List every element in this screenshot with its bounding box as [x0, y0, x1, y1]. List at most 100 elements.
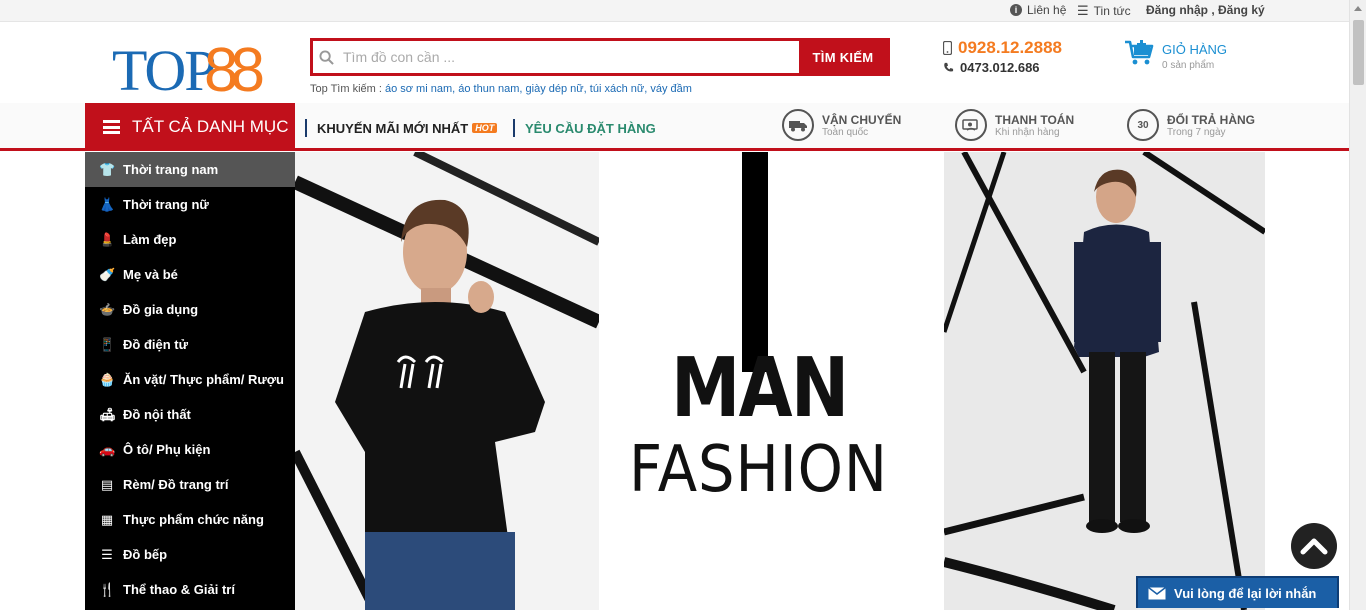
baby-bottle-icon: 🍼 [99, 266, 116, 282]
category-item-supplements[interactable]: ▦ Thực phẩm chức năng [85, 502, 295, 537]
banner-title: MAN [671, 341, 849, 436]
service-return[interactable]: 30 ĐỔI TRẢ HÀNG Trong 7 ngày [1127, 109, 1255, 141]
banner-title-panel: MAN FASHION [599, 152, 944, 610]
truck-icon [782, 109, 814, 141]
payment-title: THANH TOÁN [995, 112, 1075, 127]
cart-count: 0 sản phẩm [1162, 60, 1215, 71]
shirt-icon: 👕 [99, 161, 116, 177]
category-label: Thời trang nam [123, 162, 219, 177]
all-categories-label: TẤT CẢ DANH MỤC [132, 117, 289, 136]
car-icon: 🚗 [99, 441, 116, 457]
top-search-keywords: Top Tìm kiếm : áo sơ mi nam, áo thun nam… [310, 83, 692, 95]
category-label: Ăn vặt/ Thực phẩm/ Rượu [123, 372, 284, 387]
keyword-link[interactable]: áo thun nam, [458, 83, 522, 95]
category-label: Đồ nội thất [123, 407, 191, 422]
hamburger-icon [103, 120, 120, 134]
search-input[interactable] [339, 41, 799, 73]
category-label: Thể thao & Giải trí [123, 582, 235, 597]
category-label: Mẹ và bé [123, 267, 178, 282]
keyword-link[interactable]: giày dép nữ, [526, 83, 587, 95]
banner-subtitle: FASHION [629, 433, 888, 507]
top-search-label: Top Tìm kiếm : [310, 83, 382, 95]
category-item-snacks[interactable]: 🧁 Ăn vặt/ Thực phẩm/ Rượu [85, 362, 295, 397]
list-icon: ☰ [1077, 3, 1089, 18]
category-item-electronics[interactable]: 📱 Đồ điện tử [85, 327, 295, 362]
news-link[interactable]: ☰ Tin tức [1077, 3, 1131, 19]
chevron-up-icon [1300, 538, 1328, 555]
service-payment[interactable]: THANH TOÁN Khi nhận hàng [955, 109, 1074, 141]
back-to-top-button[interactable] [1291, 523, 1337, 569]
banner-model-left [295, 152, 599, 610]
keyword-link[interactable]: áo sơ mi nam, [385, 83, 455, 95]
category-item-household[interactable]: 🍲 Đồ gia dụng [85, 292, 295, 327]
category-item-car[interactable]: 🚗 Ô tô/ Phụ kiện [85, 432, 295, 467]
model-left-image [295, 152, 599, 610]
cart-icon [1125, 40, 1154, 65]
curtain-icon: ▤ [100, 476, 114, 492]
keyword-link[interactable]: váy đầm [650, 83, 692, 95]
shipping-sub: Toàn quốc [822, 126, 869, 138]
category-label: Ô tô/ Phụ kiện [123, 442, 211, 457]
info-icon: i [1010, 4, 1022, 16]
category-label: Làm đẹp [123, 232, 177, 247]
sport-icon: 🍴 [99, 581, 116, 597]
banner-decor-bar [742, 152, 768, 372]
pot-icon: 🍲 [99, 301, 116, 317]
auth-label: Đăng nhập , Đăng ký [1146, 3, 1265, 17]
category-label: Rèm/ Đồ trang trí [123, 477, 229, 492]
banner-model-right [944, 152, 1265, 610]
category-label: Thực phẩm chức năng [123, 512, 264, 527]
category-label: Thời trang nữ [123, 197, 209, 212]
cart[interactable]: GIỎ HÀNG 0 sản phẩm [1124, 40, 1227, 71]
service-shipping[interactable]: VẬN CHUYỂN Toàn quốc [782, 109, 901, 141]
order-request-link[interactable]: YÊU CẦU ĐẶT HÀNG [513, 119, 656, 137]
category-label: Đồ điện tử [123, 337, 189, 352]
sofa-icon: 🛋 [99, 406, 116, 422]
all-categories-button[interactable]: TẤT CẢ DANH MỤC [85, 103, 295, 151]
keyword-link[interactable]: túi xách nữ, [590, 83, 648, 95]
dress-icon: 👗 [99, 196, 116, 212]
search-icon [313, 41, 339, 73]
search-bar: TÌM KIẾM [310, 38, 890, 76]
chat-label: Vui lòng để lại lời nhắn [1174, 585, 1317, 601]
contact-label: Liên hệ [1027, 3, 1067, 17]
news-label: Tin tức [1093, 4, 1131, 18]
category-item-furniture[interactable]: 🛋 Đồ nội thất [85, 397, 295, 432]
chat-widget[interactable]: Vui lòng để lại lời nhắn [1136, 576, 1339, 608]
category-item-mother-baby[interactable]: 🍼 Mẹ và bé [85, 257, 295, 292]
scroll-thumb[interactable] [1353, 20, 1364, 85]
category-item-kitchen[interactable]: ☰ Đồ bếp [85, 537, 295, 572]
return-30-icon: 30 [1127, 109, 1159, 141]
promo-link[interactable]: KHUYẾN MÃI MỚI NHẤT HOT [305, 119, 498, 137]
logo-number: 88 [204, 36, 265, 105]
category-label: Đồ gia dụng [123, 302, 199, 317]
return-sub: Trong 7 ngày [1167, 126, 1226, 138]
logo-text: TOP [112, 38, 217, 103]
page-scrollbar[interactable] [1349, 0, 1366, 610]
mobile-phone-icon [943, 41, 952, 55]
cake-icon: 🧁 [99, 371, 116, 387]
phone-icon: 📱 [99, 336, 116, 352]
category-item-women-fashion[interactable]: 👗 Thời trang nữ [85, 187, 295, 222]
login-register-link[interactable]: Đăng nhập , Đăng ký [1146, 3, 1265, 17]
envelope-icon [1148, 586, 1166, 599]
contact-link[interactable]: i Liên hệ [1010, 3, 1066, 17]
return-title: ĐỔI TRẢ HÀNG [1167, 112, 1255, 127]
scroll-up-icon[interactable] [1354, 6, 1362, 11]
category-item-decor[interactable]: ▤ Rèm/ Đồ trang trí [85, 467, 295, 502]
model-right-image [944, 152, 1265, 610]
shipping-title: VẬN CHUYỂN [822, 112, 902, 127]
category-item-men-fashion[interactable]: 👕 Thời trang nam [85, 152, 295, 187]
hot-badge: HOT [472, 123, 498, 133]
promo-label: KHUYẾN MÃI MỚI NHẤT [317, 120, 469, 136]
category-item-sport[interactable]: 🍴 Thể thao & Giải trí [85, 572, 295, 607]
landline-number[interactable]: 0473.012.686 [960, 60, 1040, 75]
payment-sub: Khi nhận hàng [995, 126, 1060, 138]
search-button[interactable]: TÌM KIẾM [799, 41, 887, 73]
hero-banner[interactable]: MAN FASHION [295, 152, 1265, 610]
order-request-label: YÊU CẦU ĐẶT HÀNG [525, 120, 656, 136]
mobile-number[interactable]: 0928.12.2888 [958, 38, 1062, 58]
cosmetics-icon: 💄 [99, 231, 116, 247]
category-item-beauty[interactable]: 💄 Làm đẹp [85, 222, 295, 257]
site-logo[interactable]: TOP 88 [112, 38, 272, 104]
